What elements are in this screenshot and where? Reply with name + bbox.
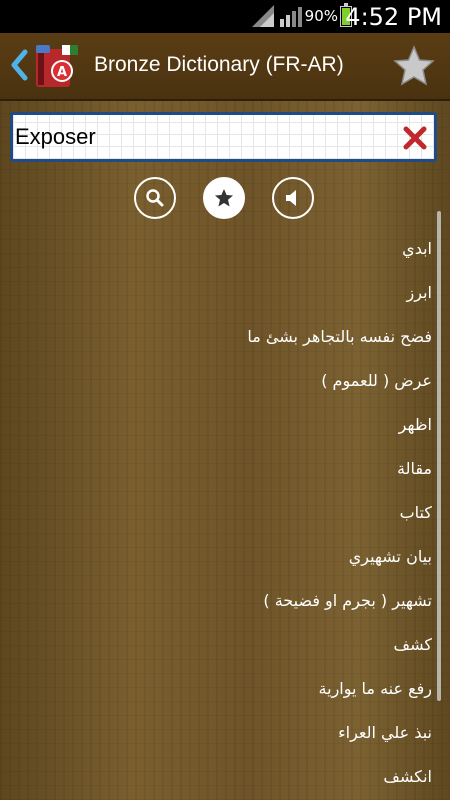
- result-item[interactable]: عرض ( للعموم ): [0, 359, 440, 403]
- star-icon[interactable]: [392, 45, 436, 87]
- search-mode-button[interactable]: [134, 177, 176, 219]
- pronounce-mode-button[interactable]: [272, 177, 314, 219]
- app-logo-icon[interactable]: A: [34, 43, 80, 89]
- status-bar: 90% 4:52 PM: [0, 0, 450, 33]
- svg-text:A: A: [57, 65, 67, 80]
- chevron-left-icon[interactable]: [10, 49, 30, 81]
- result-item[interactable]: انكشف: [0, 755, 440, 799]
- result-item[interactable]: مقالة: [0, 447, 440, 491]
- close-icon[interactable]: [402, 125, 428, 151]
- app-title: Bronze Dictionary (FR-AR): [94, 53, 344, 76]
- app-bar: A Bronze Dictionary (FR-AR): [0, 33, 450, 101]
- content-area: ابديابرزفضح نفسه بالتجاهر بشئ ماعرض ( لل…: [0, 101, 450, 800]
- clock: 4:52 PM: [345, 3, 442, 31]
- star-icon: [215, 189, 233, 207]
- mode-buttons: [0, 177, 450, 223]
- result-item[interactable]: اظهر: [0, 403, 440, 447]
- result-item[interactable]: تشهير ( بجرم او فضيحة ): [0, 579, 440, 623]
- result-item[interactable]: بيان تشهيري: [0, 535, 440, 579]
- speaker-icon: [286, 190, 296, 206]
- wifi-signal-icon: [280, 7, 302, 27]
- battery-percent: 90%: [304, 7, 338, 25]
- result-item[interactable]: ابدي: [0, 227, 440, 271]
- results-list: ابدي ابرز فضح نفسه بالتجاهر بشئ ما عرض ( لل…: [0, 227, 440, 799]
- result-item[interactable]: رفع عنه ما يوارية: [0, 667, 440, 711]
- search-box: [10, 112, 437, 162]
- result-item[interactable]: ابرز: [0, 271, 440, 315]
- search-input[interactable]: [15, 121, 395, 153]
- result-item[interactable]: نبذ علي العراء: [0, 711, 440, 755]
- result-item[interactable]: كشف: [0, 623, 440, 667]
- favorites-mode-button[interactable]: [203, 177, 245, 219]
- signal-icon: [252, 5, 274, 27]
- search-icon: [146, 189, 164, 207]
- result-item[interactable]: كتاب: [0, 491, 440, 535]
- result-item[interactable]: فضح نفسه بالتجاهر بشئ ما: [0, 315, 440, 359]
